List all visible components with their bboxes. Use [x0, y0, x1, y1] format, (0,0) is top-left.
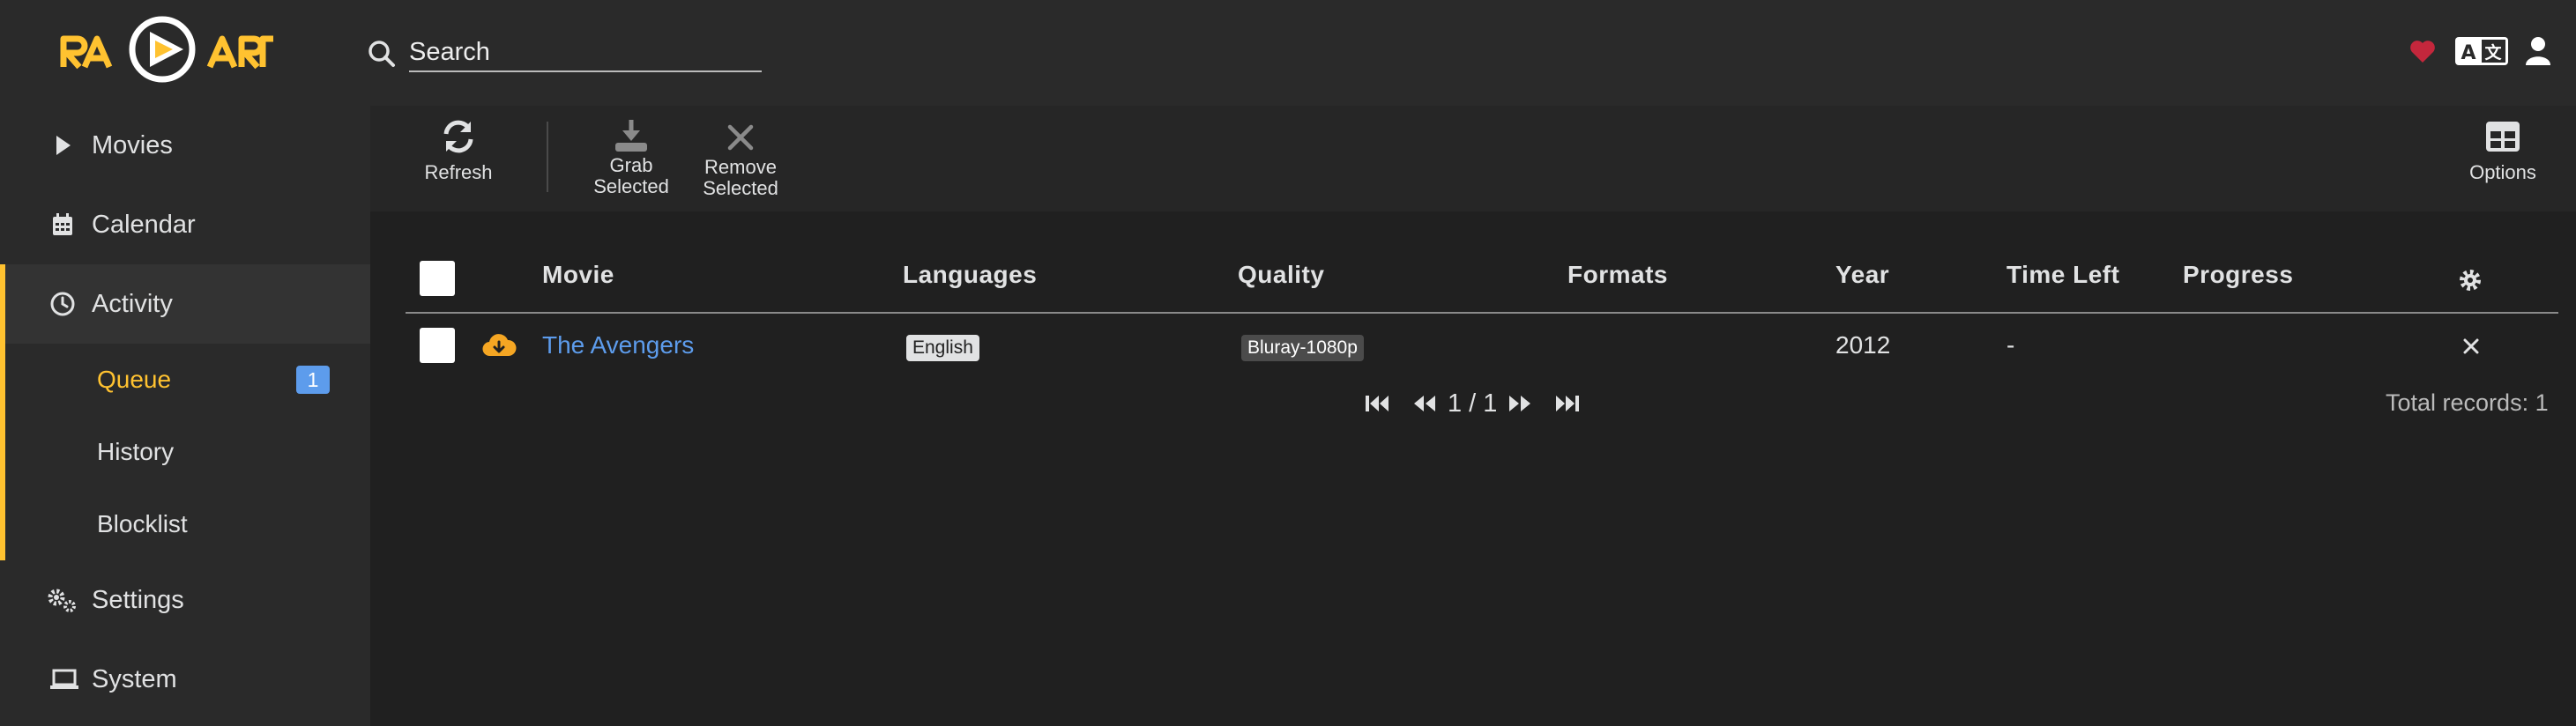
page-indicator: 1 / 1: [1448, 389, 1498, 418]
column-header-formats[interactable]: Formats: [1567, 261, 1668, 289]
sidebar-item-calendar[interactable]: Calendar: [0, 185, 370, 264]
downloading-icon: [482, 334, 517, 357]
remove-row-icon[interactable]: [2462, 337, 2480, 355]
sidebar-item-label: Queue: [97, 366, 172, 393]
column-header-progress[interactable]: Progress: [2183, 261, 2293, 289]
language-label: English: [906, 335, 979, 361]
grab-label-line1: Grab: [609, 154, 653, 176]
refresh-button[interactable]: Refresh: [423, 118, 494, 183]
grab-label-line2: Selected: [593, 175, 669, 197]
sidebar-item-label: Calendar: [92, 210, 196, 239]
quality-label: Bluray-1080p: [1241, 335, 1364, 361]
pager: 1 / 1: [1363, 386, 1582, 421]
toolbar-separator: [547, 122, 548, 192]
cogs-icon: [48, 589, 76, 612]
sidebar-item-queue[interactable]: Queue 1: [5, 344, 370, 416]
remove-label-line2: Selected: [703, 177, 778, 199]
translate-icon[interactable]: A 文: [2454, 35, 2509, 67]
last-page-icon[interactable]: [1553, 391, 1582, 416]
search-input[interactable]: [409, 33, 762, 72]
sidebar-item-label: Movies: [92, 130, 173, 159]
column-header-movie[interactable]: Movie: [542, 261, 614, 289]
column-header-quality[interactable]: Quality: [1238, 261, 1324, 289]
user-icon[interactable]: [2525, 35, 2551, 67]
sidebar-item-label: System: [92, 664, 177, 693]
svg-text:A: A: [2461, 42, 2475, 64]
heart-icon[interactable]: [2409, 35, 2436, 67]
sidebar-item-system[interactable]: System: [0, 640, 370, 719]
table-header-divider: [406, 312, 2558, 314]
next-page-icon[interactable]: [1506, 391, 1534, 416]
page-header: A 文: [0, 0, 2576, 106]
search-box: [367, 33, 762, 74]
sidebar-item-label: Activity: [92, 289, 173, 318]
sidebar-item-label: History: [97, 438, 175, 465]
column-header-year[interactable]: Year: [1835, 261, 1889, 289]
options-button[interactable]: Options: [2465, 118, 2541, 183]
sidebar-item-blocklist[interactable]: Blocklist: [5, 488, 370, 560]
sidebar: Movies Calendar Activity Queue 1 History…: [0, 106, 370, 726]
search-icon: [369, 41, 395, 67]
column-header-languages[interactable]: Languages: [903, 261, 1037, 289]
activity-submenu: Queue 1 History Blocklist: [0, 344, 370, 560]
gear-icon[interactable]: [2458, 268, 2483, 293]
remove-selected-button[interactable]: Remove Selected: [696, 122, 785, 199]
sidebar-item-history[interactable]: History: [5, 416, 370, 488]
play-icon: [56, 136, 71, 155]
calendar-icon: [53, 213, 72, 235]
close-icon: [727, 124, 754, 151]
grab-selected-button[interactable]: Grab Selected: [587, 118, 675, 197]
previous-page-icon[interactable]: [1411, 391, 1439, 416]
total-records: Total records: 1: [2386, 389, 2549, 416]
first-page-icon[interactable]: [1363, 391, 1391, 416]
sidebar-item-label: Settings: [92, 585, 184, 614]
remove-label-line1: Remove: [704, 156, 777, 178]
download-icon: [615, 120, 647, 152]
sidebar-item-label: Blocklist: [97, 510, 188, 537]
sidebar-item-movies[interactable]: Movies: [0, 106, 370, 185]
column-header-time-left[interactable]: Time Left: [2006, 261, 2119, 289]
clock-icon: [50, 292, 75, 316]
sidebar-item-settings[interactable]: Settings: [0, 560, 370, 640]
row-checkbox[interactable]: [420, 328, 455, 363]
radarr-logo[interactable]: [60, 14, 277, 83]
movie-title-link[interactable]: The Avengers: [542, 331, 694, 359]
sidebar-item-activity[interactable]: Activity: [0, 264, 370, 344]
select-all-checkbox[interactable]: [420, 261, 455, 296]
table-options-icon: [2486, 122, 2520, 152]
refresh-icon: [443, 120, 473, 153]
laptop-icon: [50, 669, 78, 689]
options-label: Options: [2469, 161, 2536, 183]
time-left-cell: -: [2006, 331, 2015, 359]
refresh-label: Refresh: [424, 161, 493, 183]
svg-text:文: 文: [2484, 42, 2502, 63]
year-cell: 2012: [1835, 331, 1891, 359]
page-toolbar: Refresh Grab Selected Remove Selected Op…: [370, 106, 2576, 211]
queue-count-badge: 1: [296, 366, 330, 394]
